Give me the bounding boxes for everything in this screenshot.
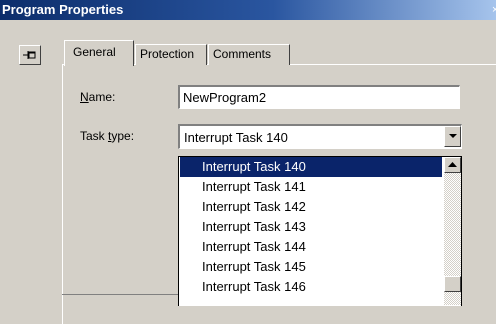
dropdown-option[interactable]: Interrupt Task 145 xyxy=(180,257,442,277)
tab-comments[interactable]: Comments xyxy=(208,44,290,65)
scroll-up-arrow-icon xyxy=(448,162,457,167)
tab-general-label: General xyxy=(73,45,116,59)
pin-icon xyxy=(23,51,36,59)
tab-protection[interactable]: Protection xyxy=(135,44,207,65)
title-bar[interactable]: Program Properties × xyxy=(0,0,496,20)
task-type-label: Task type: xyxy=(80,129,135,143)
dropdown-option[interactable]: Interrupt Task 140 xyxy=(180,157,442,177)
dropdown-option[interactable]: Interrupt Task 146 xyxy=(180,277,442,297)
scroll-up-button[interactable] xyxy=(444,157,461,173)
task-type-dropdown-list[interactable]: Interrupt Task 140 Interrupt Task 141 In… xyxy=(178,156,462,306)
dropdown-option[interactable]: Interrupt Task 141 xyxy=(180,177,442,197)
task-type-value: Interrupt Task 140 xyxy=(184,130,288,145)
task-type-dropdown-button[interactable] xyxy=(444,126,461,147)
name-label: Name: xyxy=(80,90,116,104)
dropdown-option[interactable]: Interrupt Task 144 xyxy=(180,237,442,257)
tab-general[interactable]: General xyxy=(64,40,134,66)
dropdown-option[interactable]: Interrupt Task 143 xyxy=(180,217,442,237)
tab-comments-label: Comments xyxy=(213,47,272,61)
tab-protection-label: Protection xyxy=(140,47,195,61)
close-icon[interactable]: × xyxy=(492,3,496,17)
divider xyxy=(62,294,178,295)
dropdown-scrollbar[interactable] xyxy=(444,157,461,305)
scroll-thumb[interactable] xyxy=(444,276,461,292)
task-type-select[interactable]: Interrupt Task 140 xyxy=(178,124,462,149)
program-properties-dialog: Program Properties × General Protection … xyxy=(0,0,496,324)
pin-button[interactable] xyxy=(19,45,41,65)
chevron-down-icon xyxy=(449,134,457,138)
window-title: Program Properties xyxy=(2,2,124,17)
dropdown-option[interactable]: Interrupt Task 142 xyxy=(180,197,442,217)
name-input[interactable] xyxy=(178,85,460,109)
